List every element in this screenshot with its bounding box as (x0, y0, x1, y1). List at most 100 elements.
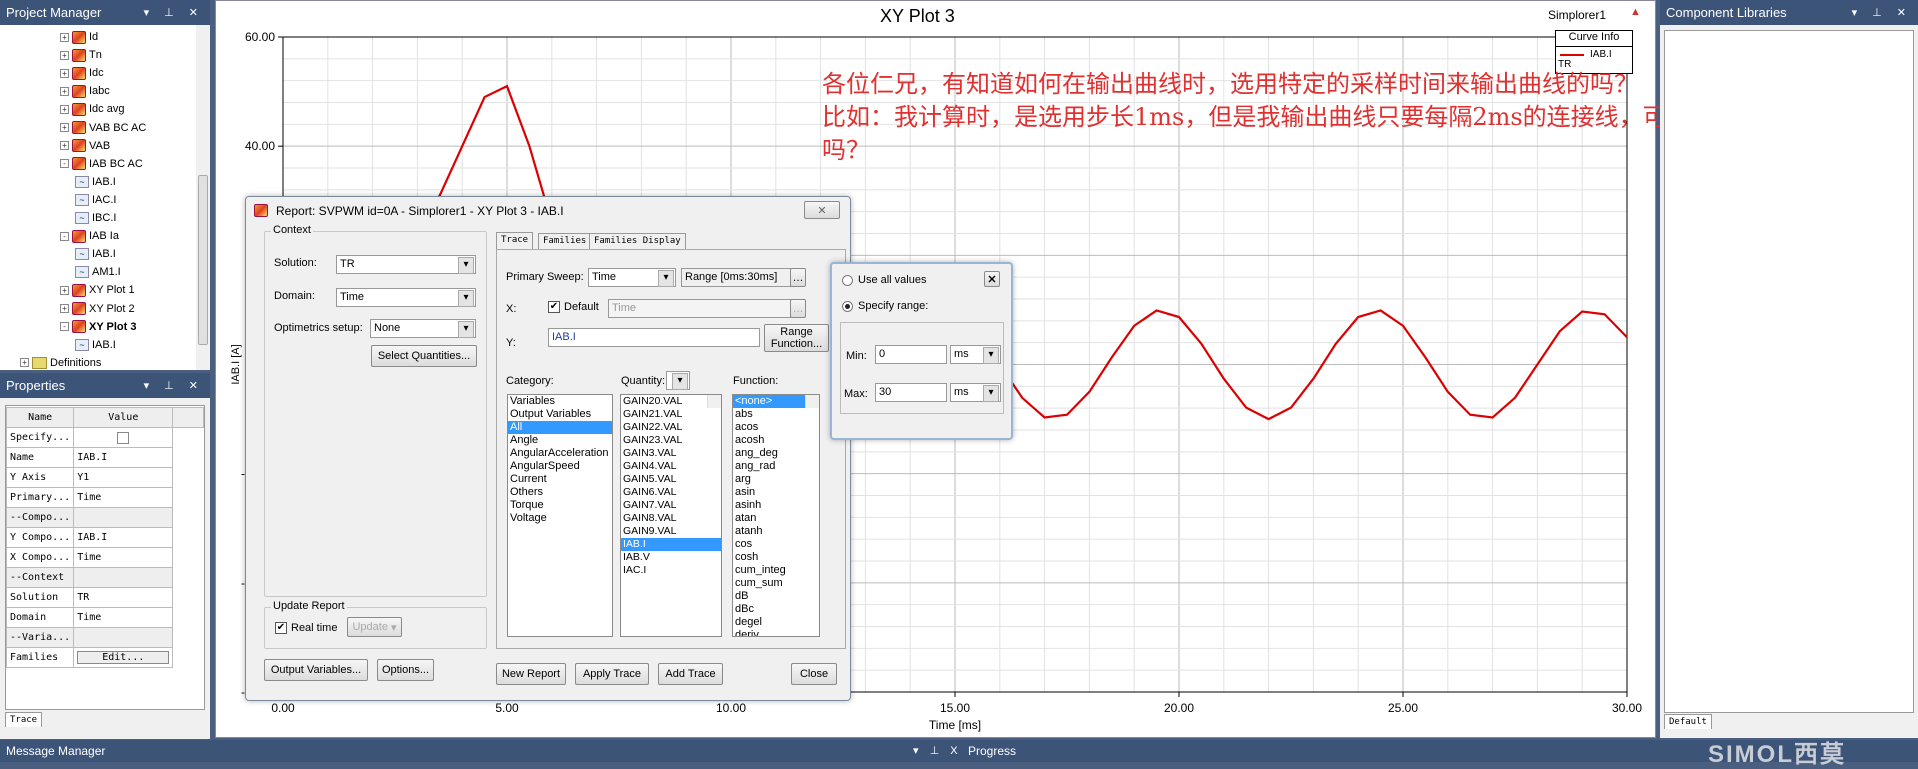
dialog-close-button[interactable]: ✕ (804, 201, 840, 219)
tree-item[interactable]: ~ IAB.I (75, 173, 116, 191)
list-item[interactable]: IAB.I (621, 538, 721, 551)
tree-item[interactable]: + VAB BC AC (60, 119, 146, 137)
tree-item[interactable]: + XY Plot 1 (60, 281, 135, 299)
list-item[interactable]: Others (508, 486, 612, 499)
list-item[interactable]: GAIN22.VAL (621, 421, 721, 434)
update-button[interactable]: Update ▾ (347, 617, 402, 637)
collapse-icon[interactable]: - (60, 159, 69, 169)
panel-controls-icon[interactable]: ▾ ⊥ ✕ (1852, 6, 1912, 19)
function-list[interactable]: <none> abs acos acosh ang_deg ang_rad arg asin a… (732, 394, 820, 637)
y-field[interactable]: IAB.I (548, 328, 760, 347)
list-item[interactable]: acosh (733, 434, 819, 447)
realtime-checkbox[interactable]: ✔ Real time (275, 622, 337, 634)
tree-item[interactable]: ~ IAB.I (75, 336, 116, 354)
tree-item[interactable]: + Iabc (60, 82, 110, 100)
list-item[interactable]: GAIN9.VAL (621, 525, 721, 538)
list-item[interactable]: atanh (733, 525, 819, 538)
list-item[interactable]: Angle (508, 434, 612, 447)
range-ellipsis-button[interactable]: … (790, 268, 806, 287)
options-button[interactable]: Options... (377, 659, 434, 681)
expand-icon[interactable]: + (60, 32, 69, 42)
quantity-list[interactable]: GAIN20.VAL GAIN21.VAL GAIN22.VAL GAIN23.VAL… (620, 394, 722, 637)
primary-sweep-select[interactable]: Time (588, 268, 676, 287)
expand-icon[interactable]: + (60, 285, 69, 295)
property-row[interactable]: Families Edit... (5, 647, 204, 668)
property-row[interactable]: --Compo... (5, 507, 204, 528)
tree-item[interactable]: - IAB Ia (60, 227, 119, 245)
property-checkbox[interactable] (117, 431, 130, 444)
tab-families-display[interactable]: Families Display (589, 233, 686, 249)
list-item[interactable]: GAIN23.VAL (621, 434, 721, 447)
tree-scrollbar[interactable] (196, 25, 210, 370)
list-item[interactable]: IAC.I (621, 564, 721, 577)
list-item[interactable]: AngularAcceleration (508, 447, 612, 460)
tree-item[interactable]: + Idc (60, 64, 104, 82)
tree-item[interactable]: + VAB (60, 137, 110, 155)
x-ellipsis-button[interactable]: … (790, 299, 806, 318)
property-row[interactable]: Domain Time (5, 607, 204, 628)
tree-item[interactable]: + Id (60, 28, 98, 46)
property-row[interactable]: --Varia... (5, 627, 204, 648)
list-scrollbar[interactable] (707, 395, 721, 408)
expand-icon[interactable]: + (60, 104, 69, 114)
list-item[interactable]: cum_integ (733, 564, 819, 577)
tree-item[interactable]: ~ IAC.I (75, 191, 116, 209)
property-row[interactable]: Name IAB.I (5, 447, 204, 468)
list-item[interactable]: GAIN21.VAL (621, 408, 721, 421)
list-item[interactable]: GAIN7.VAL (621, 499, 721, 512)
tab-default[interactable]: Default (1664, 714, 1712, 729)
list-item[interactable]: ang_rad (733, 460, 819, 473)
list-item[interactable]: dBc (733, 603, 819, 616)
list-item[interactable]: cos (733, 538, 819, 551)
range-function-button[interactable]: Range Function... (764, 324, 829, 352)
tree-item[interactable]: + Idc avg (60, 100, 124, 118)
expand-icon[interactable]: + (60, 141, 69, 151)
list-item[interactable]: GAIN3.VAL (621, 447, 721, 460)
tree-item[interactable]: ~ AM1.I (75, 263, 121, 281)
select-quantities-button[interactable]: Select Quantities... (371, 345, 477, 367)
list-item[interactable]: GAIN20.VAL (621, 395, 721, 408)
use-all-values-radio[interactable]: Use all values (842, 274, 926, 286)
popup-close-button[interactable]: ✕ (984, 271, 1000, 287)
min-unit-select[interactable]: ms (950, 345, 1001, 364)
list-item[interactable]: arg (733, 473, 819, 486)
collapse-icon[interactable]: - (60, 322, 69, 332)
property-row[interactable]: Y Compo... IAB.I (5, 527, 204, 548)
new-report-button[interactable]: New Report (496, 663, 566, 685)
x-default-checkbox[interactable]: ✔ Default (548, 301, 599, 313)
expand-icon[interactable]: + (60, 304, 69, 313)
list-item[interactable]: GAIN6.VAL (621, 486, 721, 499)
list-item[interactable]: GAIN4.VAL (621, 460, 721, 473)
panel-controls-icon[interactable]: ▾ ⊥ X (913, 744, 962, 757)
tree-item[interactable]: + XY Plot 2 (60, 300, 135, 318)
close-button[interactable]: Close (791, 663, 837, 685)
tree-item[interactable]: + Definitions (20, 354, 101, 372)
property-row[interactable]: X Compo... Time (5, 547, 204, 568)
list-item[interactable]: ang_deg (733, 447, 819, 460)
expand-icon[interactable]: + (60, 86, 69, 96)
list-item[interactable]: Output Variables (508, 408, 612, 421)
property-row[interactable]: --Context (5, 567, 204, 588)
list-item[interactable]: deriv (733, 629, 819, 636)
tree-item[interactable]: - XY Plot 3 (60, 318, 136, 336)
tab-families[interactable]: Families (538, 233, 592, 249)
list-item[interactable]: atan (733, 512, 819, 525)
max-unit-select[interactable]: ms (950, 383, 1001, 402)
list-item[interactable]: asinh (733, 499, 819, 512)
tree-item[interactable]: + Tn (60, 46, 102, 64)
list-item[interactable]: acos (733, 421, 819, 434)
expand-icon[interactable]: + (20, 358, 29, 368)
panel-controls-icon[interactable]: ▾ ⊥ ✕ (144, 6, 204, 19)
list-item[interactable]: Variables (508, 395, 612, 408)
tree-item[interactable]: - IAB BC AC (60, 155, 143, 173)
panel-controls-icon[interactable]: ▾ ⊥ ✕ (144, 379, 204, 392)
solution-select[interactable]: TR (336, 255, 476, 274)
property-row[interactable]: Primary... Time (5, 487, 204, 508)
collapse-icon[interactable]: - (60, 231, 69, 241)
list-item[interactable]: GAIN5.VAL (621, 473, 721, 486)
output-variables-button[interactable]: Output Variables... (264, 659, 368, 681)
list-item[interactable]: abs (733, 408, 819, 421)
property-row[interactable]: Y Axis Y1 (5, 467, 204, 488)
list-item[interactable]: degel (733, 616, 819, 629)
apply-trace-button[interactable]: Apply Trace (575, 663, 649, 685)
